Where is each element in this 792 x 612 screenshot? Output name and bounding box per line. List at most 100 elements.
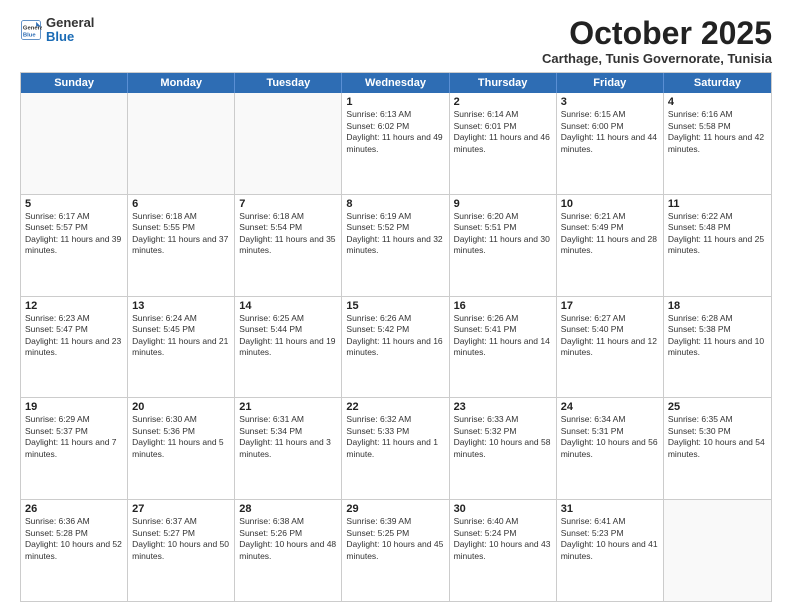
day-number: 14 bbox=[239, 300, 337, 312]
day-of-week-tuesday: Tuesday bbox=[235, 73, 342, 93]
day-info: Sunrise: 6:24 AM Sunset: 5:45 PM Dayligh… bbox=[132, 313, 230, 359]
calendar-day-12: 12Sunrise: 6:23 AM Sunset: 5:47 PM Dayli… bbox=[21, 297, 128, 398]
calendar-day-25: 25Sunrise: 6:35 AM Sunset: 5:30 PM Dayli… bbox=[664, 398, 771, 499]
day-of-week-sunday: Sunday bbox=[21, 73, 128, 93]
day-info: Sunrise: 6:25 AM Sunset: 5:44 PM Dayligh… bbox=[239, 313, 337, 359]
day-number: 19 bbox=[25, 401, 123, 413]
day-number: 10 bbox=[561, 198, 659, 210]
day-info: Sunrise: 6:33 AM Sunset: 5:32 PM Dayligh… bbox=[454, 414, 552, 460]
header: General Blue GeneralBlue October 2025 Ca… bbox=[20, 16, 772, 66]
day-number: 20 bbox=[132, 401, 230, 413]
day-number: 5 bbox=[25, 198, 123, 210]
calendar-day-26: 26Sunrise: 6:36 AM Sunset: 5:28 PM Dayli… bbox=[21, 500, 128, 601]
logo-text: GeneralBlue bbox=[46, 16, 94, 45]
calendar-empty-cell bbox=[21, 93, 128, 194]
calendar-day-14: 14Sunrise: 6:25 AM Sunset: 5:44 PM Dayli… bbox=[235, 297, 342, 398]
calendar-day-23: 23Sunrise: 6:33 AM Sunset: 5:32 PM Dayli… bbox=[450, 398, 557, 499]
day-number: 22 bbox=[346, 401, 444, 413]
day-number: 21 bbox=[239, 401, 337, 413]
calendar-day-10: 10Sunrise: 6:21 AM Sunset: 5:49 PM Dayli… bbox=[557, 195, 664, 296]
day-info: Sunrise: 6:37 AM Sunset: 5:27 PM Dayligh… bbox=[132, 516, 230, 562]
calendar-day-21: 21Sunrise: 6:31 AM Sunset: 5:34 PM Dayli… bbox=[235, 398, 342, 499]
day-info: Sunrise: 6:38 AM Sunset: 5:26 PM Dayligh… bbox=[239, 516, 337, 562]
calendar-empty-cell bbox=[128, 93, 235, 194]
day-info: Sunrise: 6:23 AM Sunset: 5:47 PM Dayligh… bbox=[25, 313, 123, 359]
calendar-day-15: 15Sunrise: 6:26 AM Sunset: 5:42 PM Dayli… bbox=[342, 297, 449, 398]
day-info: Sunrise: 6:16 AM Sunset: 5:58 PM Dayligh… bbox=[668, 109, 767, 155]
day-info: Sunrise: 6:28 AM Sunset: 5:38 PM Dayligh… bbox=[668, 313, 767, 359]
calendar-day-27: 27Sunrise: 6:37 AM Sunset: 5:27 PM Dayli… bbox=[128, 500, 235, 601]
calendar-day-30: 30Sunrise: 6:40 AM Sunset: 5:24 PM Dayli… bbox=[450, 500, 557, 601]
day-info: Sunrise: 6:26 AM Sunset: 5:41 PM Dayligh… bbox=[454, 313, 552, 359]
calendar-week-5: 26Sunrise: 6:36 AM Sunset: 5:28 PM Dayli… bbox=[21, 499, 771, 601]
day-of-week-saturday: Saturday bbox=[664, 73, 771, 93]
calendar-day-7: 7Sunrise: 6:18 AM Sunset: 5:54 PM Daylig… bbox=[235, 195, 342, 296]
day-info: Sunrise: 6:22 AM Sunset: 5:48 PM Dayligh… bbox=[668, 211, 767, 257]
calendar-day-6: 6Sunrise: 6:18 AM Sunset: 5:55 PM Daylig… bbox=[128, 195, 235, 296]
calendar-day-8: 8Sunrise: 6:19 AM Sunset: 5:52 PM Daylig… bbox=[342, 195, 449, 296]
day-info: Sunrise: 6:20 AM Sunset: 5:51 PM Dayligh… bbox=[454, 211, 552, 257]
day-info: Sunrise: 6:18 AM Sunset: 5:54 PM Dayligh… bbox=[239, 211, 337, 257]
calendar: SundayMondayTuesdayWednesdayThursdayFrid… bbox=[20, 72, 772, 602]
day-number: 26 bbox=[25, 503, 123, 515]
day-info: Sunrise: 6:31 AM Sunset: 5:34 PM Dayligh… bbox=[239, 414, 337, 460]
day-info: Sunrise: 6:18 AM Sunset: 5:55 PM Dayligh… bbox=[132, 211, 230, 257]
calendar-day-16: 16Sunrise: 6:26 AM Sunset: 5:41 PM Dayli… bbox=[450, 297, 557, 398]
calendar-day-24: 24Sunrise: 6:34 AM Sunset: 5:31 PM Dayli… bbox=[557, 398, 664, 499]
day-info: Sunrise: 6:27 AM Sunset: 5:40 PM Dayligh… bbox=[561, 313, 659, 359]
logo: General Blue GeneralBlue bbox=[20, 16, 94, 45]
day-of-week-wednesday: Wednesday bbox=[342, 73, 449, 93]
calendar-day-29: 29Sunrise: 6:39 AM Sunset: 5:25 PM Dayli… bbox=[342, 500, 449, 601]
day-info: Sunrise: 6:34 AM Sunset: 5:31 PM Dayligh… bbox=[561, 414, 659, 460]
location: Carthage, Tunis Governorate, Tunisia bbox=[542, 51, 772, 66]
day-number: 6 bbox=[132, 198, 230, 210]
day-number: 29 bbox=[346, 503, 444, 515]
calendar-week-1: 1Sunrise: 6:13 AM Sunset: 6:02 PM Daylig… bbox=[21, 93, 771, 194]
calendar-week-4: 19Sunrise: 6:29 AM Sunset: 5:37 PM Dayli… bbox=[21, 397, 771, 499]
calendar-day-31: 31Sunrise: 6:41 AM Sunset: 5:23 PM Dayli… bbox=[557, 500, 664, 601]
calendar-day-3: 3Sunrise: 6:15 AM Sunset: 6:00 PM Daylig… bbox=[557, 93, 664, 194]
day-number: 3 bbox=[561, 96, 659, 108]
calendar-day-2: 2Sunrise: 6:14 AM Sunset: 6:01 PM Daylig… bbox=[450, 93, 557, 194]
day-number: 17 bbox=[561, 300, 659, 312]
day-number: 1 bbox=[346, 96, 444, 108]
calendar-empty-cell bbox=[664, 500, 771, 601]
calendar-day-17: 17Sunrise: 6:27 AM Sunset: 5:40 PM Dayli… bbox=[557, 297, 664, 398]
day-number: 25 bbox=[668, 401, 767, 413]
title-block: October 2025 Carthage, Tunis Governorate… bbox=[542, 16, 772, 66]
day-of-week-friday: Friday bbox=[557, 73, 664, 93]
calendar-day-18: 18Sunrise: 6:28 AM Sunset: 5:38 PM Dayli… bbox=[664, 297, 771, 398]
day-number: 30 bbox=[454, 503, 552, 515]
day-of-week-monday: Monday bbox=[128, 73, 235, 93]
calendar-day-13: 13Sunrise: 6:24 AM Sunset: 5:45 PM Dayli… bbox=[128, 297, 235, 398]
day-info: Sunrise: 6:14 AM Sunset: 6:01 PM Dayligh… bbox=[454, 109, 552, 155]
month-title: October 2025 bbox=[542, 16, 772, 51]
day-info: Sunrise: 6:39 AM Sunset: 5:25 PM Dayligh… bbox=[346, 516, 444, 562]
day-number: 28 bbox=[239, 503, 337, 515]
calendar-day-19: 19Sunrise: 6:29 AM Sunset: 5:37 PM Dayli… bbox=[21, 398, 128, 499]
calendar-empty-cell bbox=[235, 93, 342, 194]
calendar-week-2: 5Sunrise: 6:17 AM Sunset: 5:57 PM Daylig… bbox=[21, 194, 771, 296]
calendar-body: 1Sunrise: 6:13 AM Sunset: 6:02 PM Daylig… bbox=[21, 93, 771, 601]
logo-icon: General Blue bbox=[20, 19, 42, 41]
day-number: 31 bbox=[561, 503, 659, 515]
day-number: 8 bbox=[346, 198, 444, 210]
day-number: 24 bbox=[561, 401, 659, 413]
day-number: 15 bbox=[346, 300, 444, 312]
day-number: 13 bbox=[132, 300, 230, 312]
calendar-day-28: 28Sunrise: 6:38 AM Sunset: 5:26 PM Dayli… bbox=[235, 500, 342, 601]
day-number: 7 bbox=[239, 198, 337, 210]
day-number: 12 bbox=[25, 300, 123, 312]
day-info: Sunrise: 6:36 AM Sunset: 5:28 PM Dayligh… bbox=[25, 516, 123, 562]
day-info: Sunrise: 6:32 AM Sunset: 5:33 PM Dayligh… bbox=[346, 414, 444, 460]
day-info: Sunrise: 6:19 AM Sunset: 5:52 PM Dayligh… bbox=[346, 211, 444, 257]
day-info: Sunrise: 6:35 AM Sunset: 5:30 PM Dayligh… bbox=[668, 414, 767, 460]
day-info: Sunrise: 6:13 AM Sunset: 6:02 PM Dayligh… bbox=[346, 109, 444, 155]
day-number: 23 bbox=[454, 401, 552, 413]
day-info: Sunrise: 6:17 AM Sunset: 5:57 PM Dayligh… bbox=[25, 211, 123, 257]
calendar-day-9: 9Sunrise: 6:20 AM Sunset: 5:51 PM Daylig… bbox=[450, 195, 557, 296]
calendar-day-20: 20Sunrise: 6:30 AM Sunset: 5:36 PM Dayli… bbox=[128, 398, 235, 499]
calendar-day-4: 4Sunrise: 6:16 AM Sunset: 5:58 PM Daylig… bbox=[664, 93, 771, 194]
calendar-day-11: 11Sunrise: 6:22 AM Sunset: 5:48 PM Dayli… bbox=[664, 195, 771, 296]
page: General Blue GeneralBlue October 2025 Ca… bbox=[0, 0, 792, 612]
